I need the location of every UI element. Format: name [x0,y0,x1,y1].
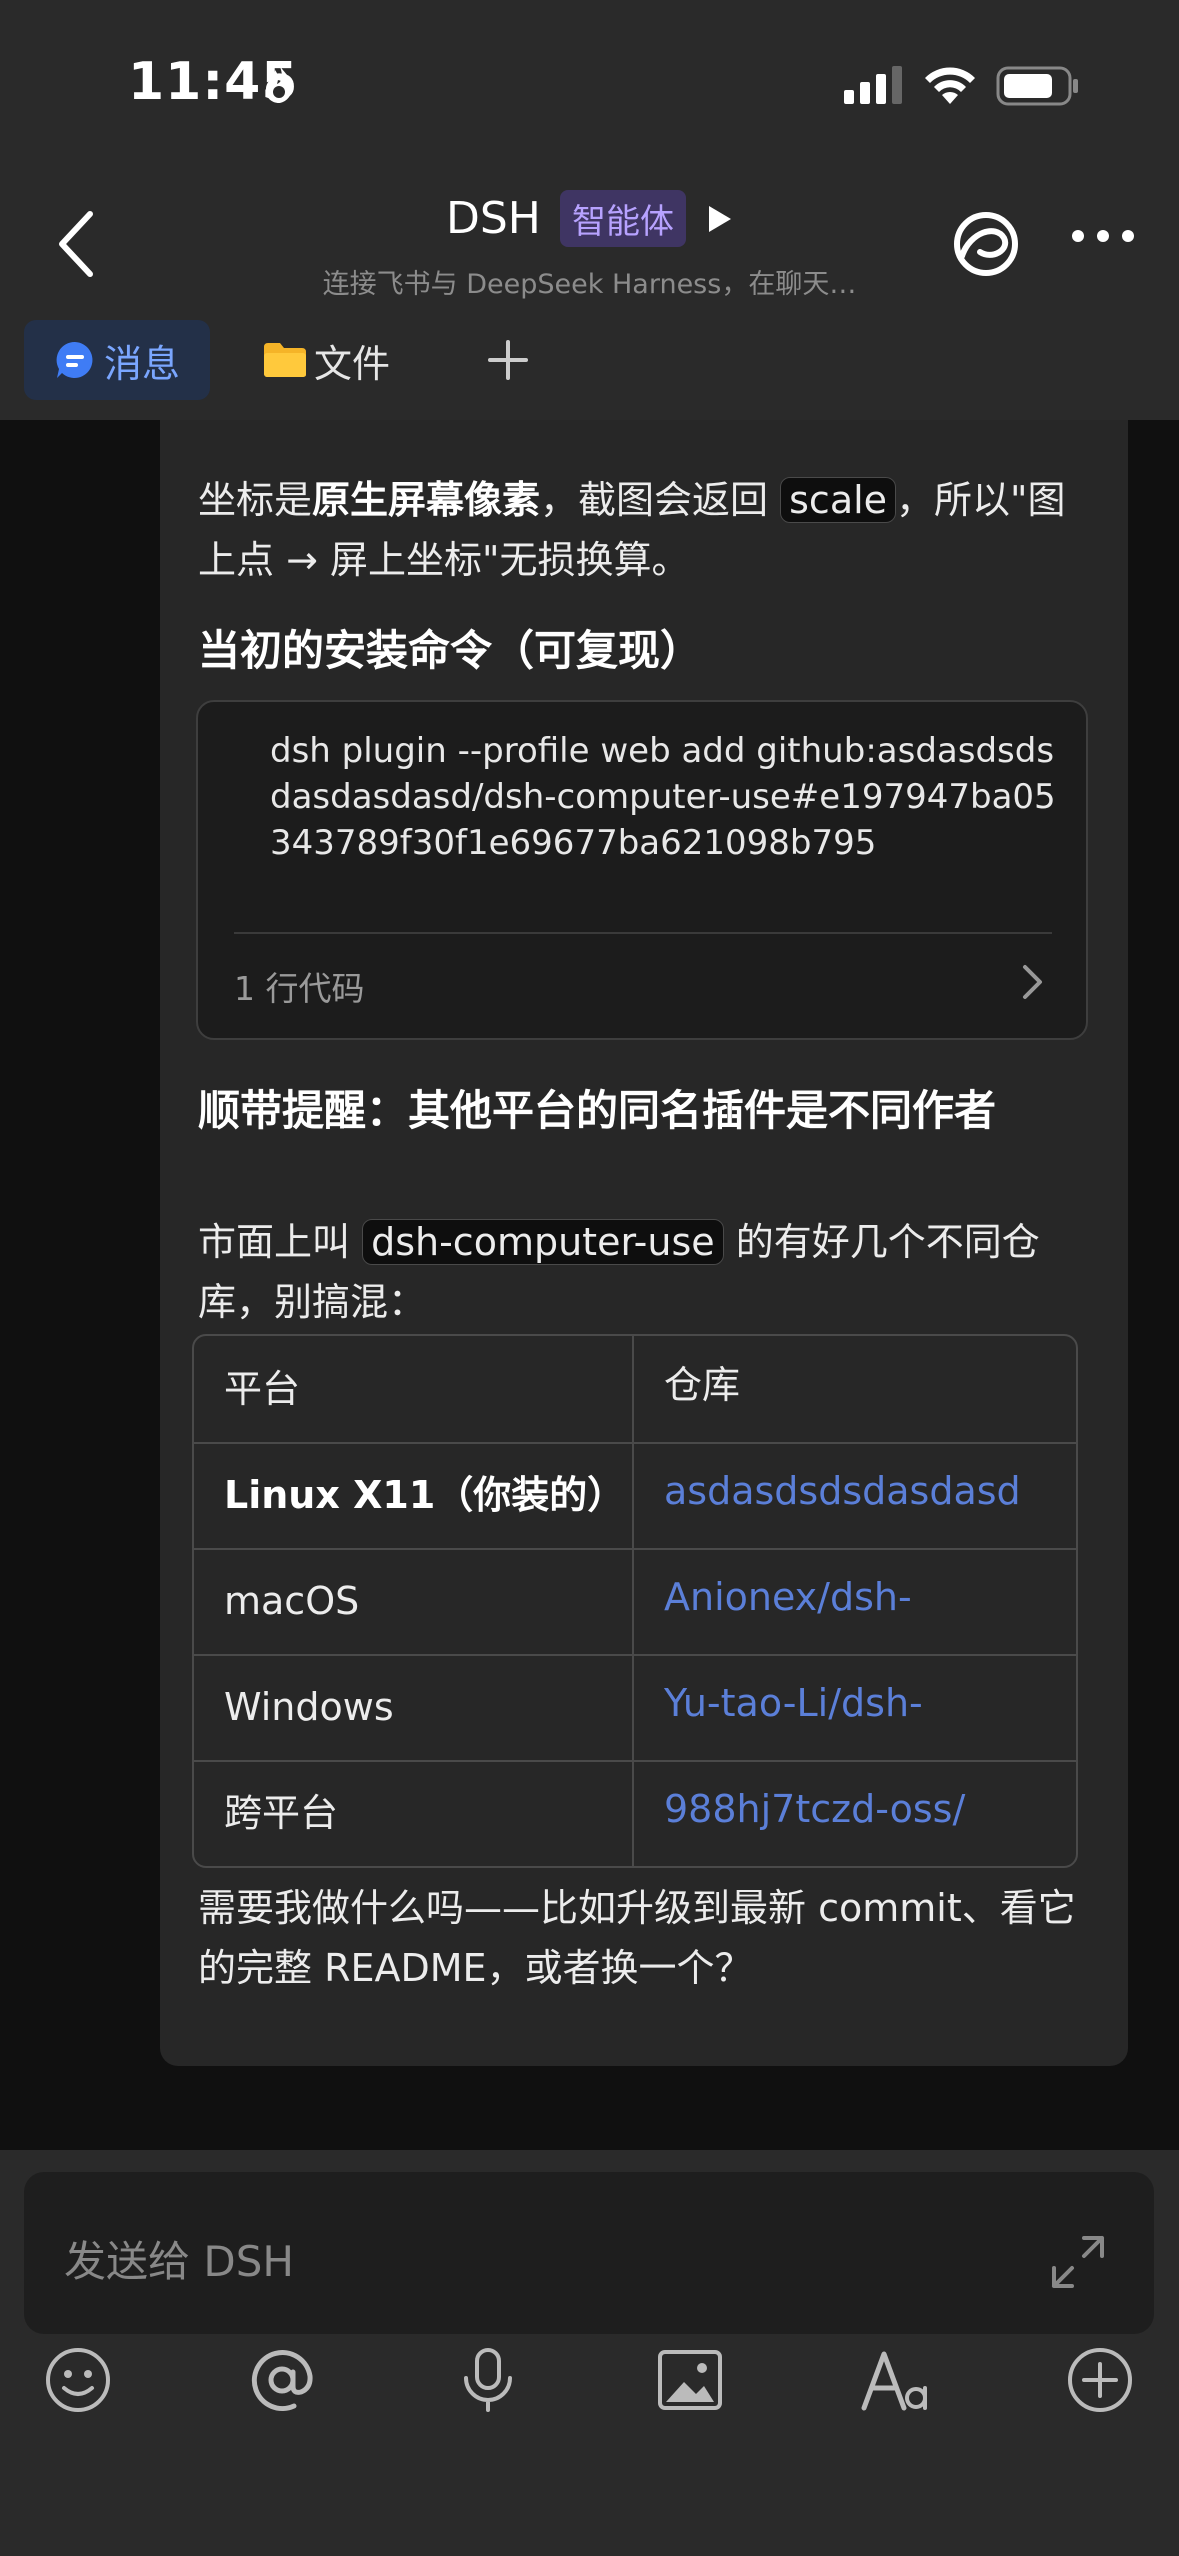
agent-icon[interactable] [952,210,1020,278]
platform-cell: macOS [224,1579,360,1623]
table-row: Windows Yu-tao-Li/dsh- [194,1654,1076,1762]
emoji-icon[interactable] [44,2346,112,2414]
expand-icon[interactable] [1048,2232,1108,2292]
chat-area[interactable]: 坐标是原生屏幕像素，截图会返回 scale ，所以"图上点 → 屏上坐标"无损换算… [0,420,1179,2150]
plus-icon [488,340,528,380]
text-format-icon[interactable] [860,2346,932,2414]
repo-link[interactable]: Anionex/dsh- [664,1572,1076,1622]
text-segment: 市面上叫 [198,1220,363,1264]
add-tab-button[interactable] [488,320,528,400]
tab-messages[interactable]: 消息 [24,320,210,400]
text-segment: ，截图会返回 [540,478,781,522]
platform-cell: 跨平台 [224,1791,339,1835]
message-input[interactable]: 发送给 DSH [24,2172,1154,2334]
table-header-row: 平台 仓库 [194,1336,1076,1444]
message-bubble: 坐标是原生屏幕像素，截图会返回 scale ，所以"图上点 → 屏上坐标"无损换算… [160,420,1128,2066]
platform-cell: Windows [224,1685,394,1729]
paragraph-repos: 市面上叫 dsh-computer-use 的有好几个不同仓库，别搞混： [198,1212,1078,1332]
chevron-right-icon[interactable] [1022,964,1044,1000]
more-icon[interactable] [1070,228,1136,244]
tab-files-label: 文件 [314,341,391,386]
header-repo: 仓库 [664,1336,1076,1442]
repo-link[interactable]: asdasdsdsdasdasd [664,1466,1076,1516]
text-segment: 坐标是 [198,478,313,522]
status-bar: 11:45 [0,0,1179,170]
code-line-count: 1 行代码 [234,969,365,1008]
signal-icon [844,66,902,104]
repo-cell: Yu-tao-Li/dsh- [664,1654,1076,1760]
chat-header: DSH 智能体 连接飞书与 DeepSeek Harness，在聊天… 消息 文… [0,170,1179,420]
repo-cell: asdasdsdsdasdasd [664,1442,1076,1548]
add-circle-icon[interactable] [1066,2346,1134,2414]
tab-messages-label: 消息 [103,341,180,386]
battery-icon [996,66,1078,106]
folder-icon [264,343,306,377]
bold-text: 原生屏幕像素 [312,478,541,522]
table-row: 跨平台 988hj7tczd-oss/ [194,1760,1076,1866]
header-platform: 平台 [224,1367,301,1411]
code-text: dsh plugin --profile web add github:asda… [270,731,1056,863]
inline-code: scale [780,477,897,523]
inline-code: dsh-computer-use [362,1219,724,1265]
table-row: Linux X11（你装的） asdasdsdsdasdasd [194,1442,1076,1550]
divider [234,932,1052,934]
repo-link[interactable]: Yu-tao-Li/dsh- [664,1678,1076,1728]
mention-icon[interactable] [248,2346,316,2414]
chat-title[interactable]: DSH [446,193,541,244]
repo-link[interactable]: 988hj7tczd-oss/ [664,1784,1076,1834]
repo-cell: Anionex/dsh- [664,1548,1076,1654]
play-icon[interactable] [707,204,733,234]
paragraph-coordinates: 坐标是原生屏幕像素，截图会返回 scale ，所以"图上点 → 屏上坐标"无损换算… [198,470,1078,590]
flame-icon [265,64,293,103]
platform-cell: Linux X11（你装的） [224,1473,626,1517]
input-placeholder: 发送给 DSH [64,2237,294,2286]
tab-files[interactable]: 文件 [262,320,390,400]
image-icon[interactable] [656,2346,724,2414]
agent-badge: 智能体 [559,190,686,247]
paragraph-question: 需要我做什么吗——比如升级到最新 commit、看它的完整 README，或者换… [198,1886,1076,1990]
wifi-icon [925,67,975,104]
repo-cell: 988hj7tczd-oss/ [664,1760,1076,1866]
code-block[interactable]: dsh plugin --profile web add github:asda… [196,700,1088,1040]
header-repo-label: 仓库 [664,1363,741,1407]
table-row: macOS Anionex/dsh- [194,1548,1076,1656]
microphone-icon[interactable] [454,2346,522,2414]
heading-reminder: 顺带提醒：其他平台的同名插件是不同作者 [198,1086,997,1135]
heading-install-command: 当初的安装命令（可复现） [198,626,703,675]
message-icon [56,341,93,378]
repo-table: 平台 仓库 Linux X11（你装的） asdasdsdsdasdasd ma… [192,1334,1078,1868]
composer: 发送给 DSH [0,2150,1179,2556]
